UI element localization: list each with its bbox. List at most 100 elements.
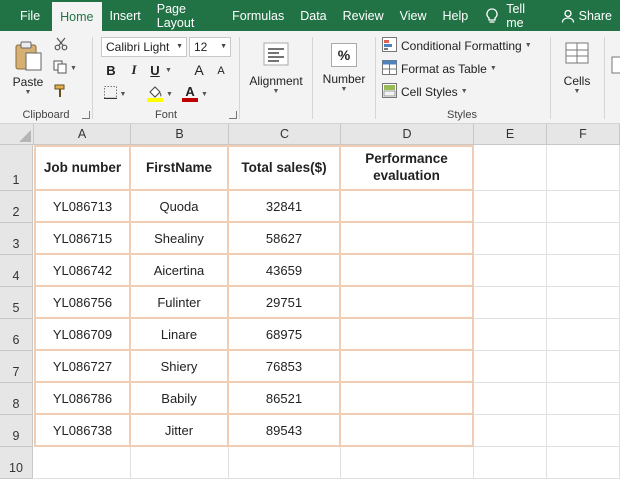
table-data-cell[interactable]: Quoda bbox=[131, 191, 229, 223]
tab-page-layout[interactable]: Page Layout bbox=[149, 0, 224, 31]
select-all-corner[interactable] bbox=[0, 124, 34, 145]
table-data-cell[interactable]: 89543 bbox=[229, 415, 341, 447]
empty-cell[interactable] bbox=[547, 191, 620, 223]
paste-button[interactable]: Paste ▼ bbox=[8, 35, 48, 101]
editing-button-partial[interactable] bbox=[608, 35, 620, 101]
cut-button[interactable] bbox=[52, 36, 70, 54]
tab-review[interactable]: Review bbox=[335, 0, 392, 31]
row-header-7[interactable]: 7 bbox=[0, 351, 33, 383]
underline-button[interactable]: U bbox=[147, 61, 163, 79]
table-data-cell[interactable]: Babily bbox=[131, 383, 229, 415]
table-data-cell[interactable]: YL086709 bbox=[34, 319, 131, 351]
number-format-button[interactable]: % Number ▼ bbox=[315, 35, 373, 101]
font-color-button[interactable]: A ▼ bbox=[179, 83, 211, 105]
table-header-cell[interactable]: Job number bbox=[34, 145, 131, 191]
fill-color-button[interactable]: ▼ bbox=[143, 83, 177, 105]
italic-button[interactable]: I bbox=[126, 61, 142, 79]
table-data-cell[interactable]: 68975 bbox=[229, 319, 341, 351]
font-launcher-icon[interactable] bbox=[229, 111, 237, 119]
table-data-cell[interactable]: 86521 bbox=[229, 383, 341, 415]
cell-styles-button[interactable]: Cell Styles ▼ bbox=[382, 82, 468, 101]
empty-cell[interactable] bbox=[474, 319, 547, 351]
empty-cell[interactable] bbox=[547, 383, 620, 415]
table-data-cell[interactable]: Linare bbox=[131, 319, 229, 351]
conditional-formatting-button[interactable]: Conditional Formatting ▼ bbox=[382, 36, 532, 55]
empty-cell[interactable] bbox=[474, 415, 547, 447]
empty-cell[interactable] bbox=[547, 223, 620, 255]
column-header-d[interactable]: D bbox=[341, 124, 474, 145]
empty-cell[interactable] bbox=[547, 351, 620, 383]
table-header-cell[interactable]: Performance evaluation bbox=[341, 145, 474, 191]
table-data-cell[interactable]: 32841 bbox=[229, 191, 341, 223]
font-name-select[interactable]: Calibri Light ▼ bbox=[101, 37, 187, 57]
empty-cell[interactable] bbox=[474, 223, 547, 255]
format-as-table-button[interactable]: Format as Table ▼ bbox=[382, 59, 497, 78]
table-header-cell[interactable]: Total sales($) bbox=[229, 145, 341, 191]
table-data-cell[interactable]: YL086756 bbox=[34, 287, 131, 319]
table-data-cell[interactable] bbox=[341, 255, 474, 287]
tab-data[interactable]: Data bbox=[292, 0, 334, 31]
empty-cell[interactable] bbox=[131, 447, 229, 479]
column-header-f[interactable]: F bbox=[547, 124, 620, 145]
table-data-cell[interactable]: YL086713 bbox=[34, 191, 131, 223]
row-header-1[interactable]: 1 bbox=[0, 145, 33, 191]
empty-cell[interactable] bbox=[474, 447, 547, 479]
empty-cell[interactable] bbox=[547, 319, 620, 351]
row-header-5[interactable]: 5 bbox=[0, 287, 33, 319]
column-header-c[interactable]: C bbox=[229, 124, 341, 145]
table-data-cell[interactable]: YL086738 bbox=[34, 415, 131, 447]
table-data-cell[interactable]: YL086727 bbox=[34, 351, 131, 383]
tab-help[interactable]: Help bbox=[435, 0, 477, 31]
table-data-cell[interactable] bbox=[341, 383, 474, 415]
empty-cell[interactable] bbox=[34, 447, 131, 479]
row-header-6[interactable]: 6 bbox=[0, 319, 33, 351]
empty-cell[interactable] bbox=[474, 191, 547, 223]
table-data-cell[interactable] bbox=[341, 415, 474, 447]
tell-me-search[interactable]: Tell me bbox=[476, 0, 544, 31]
table-data-cell[interactable] bbox=[341, 287, 474, 319]
row-header-4[interactable]: 4 bbox=[0, 255, 33, 287]
row-header-2[interactable]: 2 bbox=[0, 191, 33, 223]
column-header-b[interactable]: B bbox=[131, 124, 229, 145]
column-header-a[interactable]: A bbox=[34, 124, 131, 145]
grow-font-button[interactable]: A bbox=[191, 61, 207, 79]
row-header-3[interactable]: 3 bbox=[0, 223, 33, 255]
cells-button[interactable]: Cells ▼ bbox=[553, 35, 601, 101]
empty-cell[interactable] bbox=[547, 287, 620, 319]
empty-cell[interactable] bbox=[474, 145, 547, 191]
empty-cell[interactable] bbox=[474, 287, 547, 319]
column-header-e[interactable]: E bbox=[474, 124, 547, 145]
empty-cell[interactable] bbox=[341, 447, 474, 479]
row-header-8[interactable]: 8 bbox=[0, 383, 33, 415]
table-data-cell[interactable] bbox=[341, 319, 474, 351]
table-data-cell[interactable]: Jitter bbox=[131, 415, 229, 447]
tab-home[interactable]: Home bbox=[52, 2, 102, 31]
table-data-cell[interactable]: YL086742 bbox=[34, 255, 131, 287]
table-data-cell[interactable]: 43659 bbox=[229, 255, 341, 287]
clipboard-launcher-icon[interactable] bbox=[82, 111, 90, 119]
alignment-button[interactable]: Alignment ▼ bbox=[242, 35, 310, 101]
table-data-cell[interactable]: Shiery bbox=[131, 351, 229, 383]
table-data-cell[interactable]: 76853 bbox=[229, 351, 341, 383]
share-button[interactable]: Share bbox=[545, 0, 620, 31]
empty-cell[interactable] bbox=[474, 383, 547, 415]
bold-button[interactable]: B bbox=[103, 61, 119, 79]
copy-button[interactable]: ▼ bbox=[50, 59, 80, 77]
empty-cell[interactable] bbox=[474, 351, 547, 383]
underline-dropdown-icon[interactable]: ▼ bbox=[165, 67, 172, 74]
tab-file[interactable]: File bbox=[0, 0, 52, 31]
empty-cell[interactable] bbox=[474, 255, 547, 287]
empty-cell[interactable] bbox=[229, 447, 341, 479]
empty-cell[interactable] bbox=[547, 145, 620, 191]
table-header-cell[interactable]: FirstName bbox=[131, 145, 229, 191]
table-data-cell[interactable]: YL086786 bbox=[34, 383, 131, 415]
table-data-cell[interactable]: YL086715 bbox=[34, 223, 131, 255]
table-data-cell[interactable]: 58627 bbox=[229, 223, 341, 255]
tab-insert[interactable]: Insert bbox=[102, 0, 149, 31]
row-header-9[interactable]: 9 bbox=[0, 415, 33, 447]
table-data-cell[interactable]: 29751 bbox=[229, 287, 341, 319]
table-data-cell[interactable]: Aicertina bbox=[131, 255, 229, 287]
shrink-font-button[interactable]: A bbox=[213, 63, 229, 79]
empty-cell[interactable] bbox=[547, 415, 620, 447]
borders-button[interactable]: ▼ bbox=[101, 85, 129, 103]
